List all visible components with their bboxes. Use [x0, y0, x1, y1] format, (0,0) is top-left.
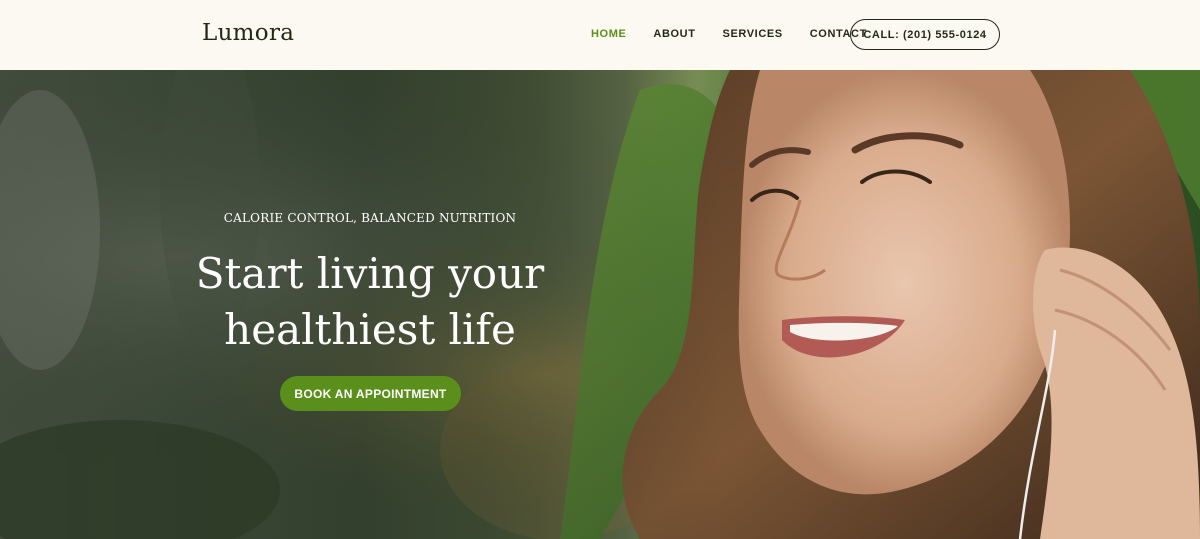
logo[interactable]: Lumora [202, 20, 294, 46]
nav-item-about[interactable]: ABOUT [653, 28, 695, 40]
main-nav: HOME ABOUT SERVICES CONTACT [578, 28, 894, 40]
page: Lumora HOME ABOUT SERVICES CONTACT CALL:… [0, 0, 1200, 539]
hero-section: CALORIE CONTROL, BALANCED NUTRITION Star… [0, 70, 1200, 539]
call-button[interactable]: CALL: (201) 555-0124 [850, 19, 1000, 50]
nav-item-home[interactable]: HOME [591, 28, 626, 40]
hero-eyebrow: CALORIE CONTROL, BALANCED NUTRITION [223, 211, 517, 225]
book-appointment-button[interactable]: BOOK AN APPOINTMENT [280, 376, 461, 411]
hero-content: CALORIE CONTROL, BALANCED NUTRITION Star… [170, 70, 570, 539]
headline-line-2: healthiest life [224, 305, 516, 354]
hero-headline: Start living your healthiest life [170, 246, 570, 358]
nav-item-services[interactable]: SERVICES [723, 28, 783, 40]
site-header: Lumora HOME ABOUT SERVICES CONTACT CALL:… [0, 0, 1200, 70]
headline-line-1: Start living your [195, 249, 545, 298]
